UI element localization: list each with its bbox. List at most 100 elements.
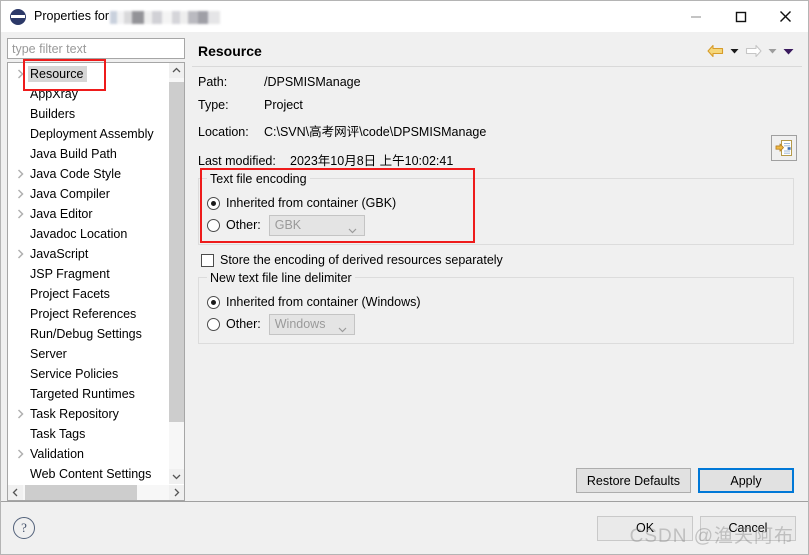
back-dropdown-icon[interactable] <box>728 48 741 54</box>
sidebar-item-java-code-style[interactable]: Java Code Style <box>8 164 168 184</box>
delimiter-group-body: Inherited from container (Windows) Other… <box>199 278 793 335</box>
window-title: Properties for <box>34 9 221 24</box>
page-body: Path: /DPSMISManage Type: Project Locati… <box>192 67 802 468</box>
sidebar-item-run-debug-settings[interactable]: Run/Debug Settings <box>8 324 168 344</box>
scroll-down-icon[interactable] <box>169 469 184 484</box>
apply-button[interactable]: Apply <box>698 468 794 493</box>
sidebar-item-project-references[interactable]: Project References <box>8 304 168 324</box>
delimiter-inherited-label: Inherited from container (Windows) <box>226 295 421 309</box>
sidebar-item-builders[interactable]: Builders <box>8 104 168 124</box>
store-derived-encoding-label: Store the encoding of derived resources … <box>220 253 503 267</box>
sidebar-item-java-editor[interactable]: Java Editor <box>8 204 168 224</box>
sidebar-item-server[interactable]: Server <box>8 344 168 364</box>
scroll-right-icon[interactable] <box>169 485 184 500</box>
restore-defaults-button[interactable]: Restore Defaults <box>575 468 691 493</box>
preference-tree: Resource AppXray Builders Deployment Assemb… <box>7 62 185 501</box>
page-nav-icons <box>705 44 802 58</box>
window-title-text: Properties for <box>34 9 110 24</box>
sidebar-item-label: JSP Fragment <box>30 267 110 281</box>
store-derived-encoding-row[interactable]: Store the encoding of derived resources … <box>201 249 794 271</box>
encoding-other-radio[interactable] <box>207 218 220 232</box>
sidebar-item-javascript[interactable]: JavaScript <box>8 244 168 264</box>
encoding-inherited-radio-row[interactable]: Inherited from container (GBK) <box>207 192 793 214</box>
sidebar-item-label: Project Facets <box>30 287 110 301</box>
store-derived-encoding-checkbox[interactable] <box>201 253 214 267</box>
tree-expand-arrow-icon <box>12 69 28 79</box>
filter-input[interactable]: type filter text <box>7 38 185 59</box>
line-delimiter-group: New text file line delimiter Inherited f… <box>198 271 794 344</box>
tree-expand-arrow-icon <box>12 409 28 419</box>
sidebar-item-label: Java Compiler <box>30 187 110 201</box>
sidebar-item-label: Project References <box>30 307 137 321</box>
type-label: Type: <box>198 98 229 112</box>
sidebar-item-label: Run/Debug Settings <box>30 327 142 341</box>
location-value: C:\SVN\高考网评\code\DPSMISManage <box>264 125 487 139</box>
delimiter-inherited-radio[interactable] <box>207 295 220 309</box>
sidebar-item-label: Server <box>30 347 67 361</box>
dialog-footer: ? OK Cancel <box>1 502 808 554</box>
encoding-other-combo[interactable]: GBK <box>268 214 365 236</box>
sidebar-item-validation[interactable]: Validation <box>8 444 168 464</box>
sidebar-item-label: Task Repository <box>30 407 119 421</box>
encoding-inherited-radio[interactable] <box>207 196 220 210</box>
type-row: Type: Project <box>198 98 794 112</box>
back-arrow-icon[interactable] <box>705 44 726 58</box>
redacted-project-name <box>110 10 221 24</box>
location-label: Location: <box>198 125 249 139</box>
delimiter-inherited-radio-row[interactable]: Inherited from container (Windows) <box>207 291 793 313</box>
view-menu-icon[interactable] <box>781 48 796 55</box>
sidebar-item-label: Resource <box>28 66 87 82</box>
title-bar: Properties for <box>1 1 808 32</box>
cancel-button[interactable]: Cancel <box>700 515 796 541</box>
encoding-group-title: Text file encoding <box>207 172 310 186</box>
sidebar-item-label: Java Build Path <box>30 147 117 161</box>
tree-list: Resource AppXray Builders Deployment Assemb… <box>8 63 168 484</box>
scroll-up-icon[interactable] <box>169 63 184 78</box>
tree-hscroll-track[interactable] <box>23 485 169 500</box>
help-icon[interactable]: ? <box>13 517 35 539</box>
sidebar-item-label: Service Policies <box>30 367 119 381</box>
sidebar-item-task-repository[interactable]: Task Repository <box>8 404 168 424</box>
sidebar-item-label: Builders <box>30 107 76 121</box>
scroll-left-icon[interactable] <box>8 485 23 500</box>
type-value: Project <box>264 98 303 112</box>
delimiter-other-radio-row[interactable]: Other: Windows <box>207 313 793 335</box>
sidebar-item-service-policies[interactable]: Service Policies <box>8 364 168 384</box>
tree-vertical-scrollbar[interactable] <box>168 63 184 484</box>
sidebar-item-label: Java Code Style <box>30 167 122 181</box>
path-label: Path: <box>198 75 228 89</box>
sidebar-item-task-tags[interactable]: Task Tags <box>8 424 168 444</box>
eclipse-logo-icon <box>10 8 26 25</box>
delimiter-other-radio[interactable] <box>207 317 220 331</box>
sidebar-item-targeted-runtimes[interactable]: Targeted Runtimes <box>8 384 168 404</box>
delimiter-other-combo[interactable]: Windows <box>268 313 355 335</box>
encoding-other-radio-row[interactable]: Other: GBK <box>207 214 793 236</box>
sidebar-item-javadoc-location[interactable]: Javadoc Location <box>8 224 168 244</box>
minimize-button[interactable] <box>673 1 718 32</box>
sidebar-item-java-build-path[interactable]: Java Build Path <box>8 144 168 164</box>
navigation-pane: type filter text Resource AppXray Builders… <box>7 36 185 501</box>
tree-vscroll-thumb[interactable] <box>169 82 184 422</box>
encoding-group-body: Inherited from container (GBK) Other: GB… <box>199 179 793 236</box>
sidebar-item-web-content-settings[interactable]: Web Content Settings <box>8 464 168 484</box>
path-row: Path: /DPSMISManage <box>198 75 794 89</box>
sidebar-item-label: Java Editor <box>30 207 93 221</box>
sidebar-item-jsp-fragment[interactable]: JSP Fragment <box>8 264 168 284</box>
tree-hscroll-thumb[interactable] <box>25 485 137 500</box>
tree-vscroll-track[interactable] <box>169 78 184 469</box>
sidebar-item-appxray[interactable]: AppXray <box>8 84 168 104</box>
sidebar-item-project-facets[interactable]: Project Facets <box>8 284 168 304</box>
sidebar-item-label: Task Tags <box>30 427 86 441</box>
forward-dropdown-icon <box>766 48 779 54</box>
location-row: Location: C:\SVN\高考网评\code\DPSMISManage <box>198 121 794 140</box>
sidebar-item-java-compiler[interactable]: Java Compiler <box>8 184 168 204</box>
close-button[interactable] <box>763 1 808 32</box>
maximize-button[interactable] <box>718 1 763 32</box>
sidebar-item-deployment-assembly[interactable]: Deployment Assembly <box>8 124 168 144</box>
tree-inner: Resource AppXray Builders Deployment Assemb… <box>8 63 184 484</box>
ok-button[interactable]: OK <box>597 515 693 541</box>
sidebar-item-label: Targeted Runtimes <box>30 387 135 401</box>
sidebar-item-resource[interactable]: Resource <box>8 64 168 84</box>
tree-horizontal-scrollbar[interactable] <box>8 484 184 500</box>
edit-location-button[interactable] <box>771 135 797 161</box>
